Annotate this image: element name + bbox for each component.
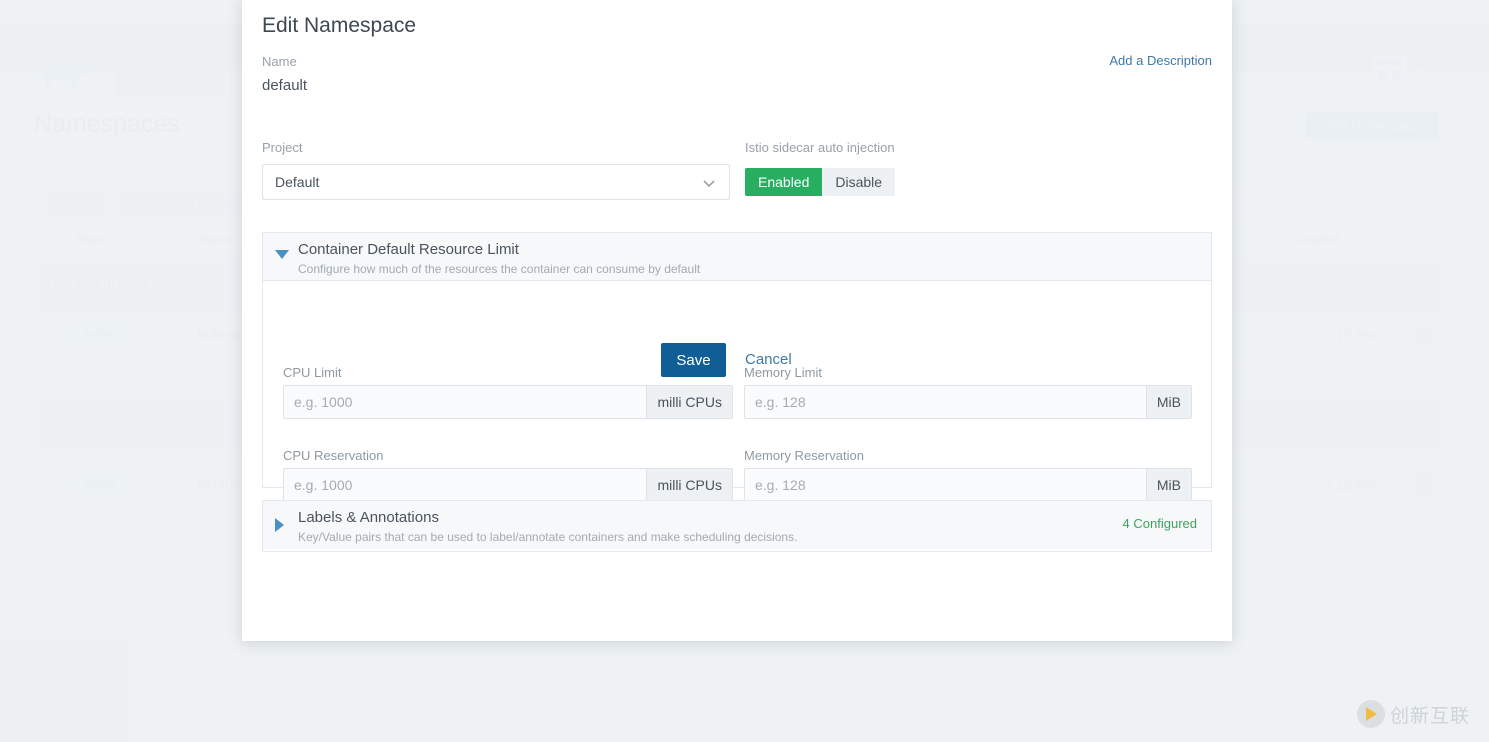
cpu-reservation-label: CPU Reservation xyxy=(283,448,383,463)
chevron-down-icon xyxy=(701,175,717,191)
labels-annotations-accordion-header[interactable]: Labels & Annotations Key/Value pairs tha… xyxy=(263,501,1211,549)
resource-limit-accordion: Container Default Resource Limit Configu… xyxy=(262,232,1212,488)
cpu-limit-label: CPU Limit xyxy=(283,365,342,380)
memory-reservation-label: Memory Reservation xyxy=(744,448,864,463)
resource-limit-body: CPU Limit e.g. 1000 milli CPUs Memory Li… xyxy=(263,281,1211,535)
triangle-down-icon[interactable] xyxy=(275,250,289,259)
memory-limit-field[interactable]: e.g. 128 MiB xyxy=(744,385,1192,419)
memory-reservation-unit: MiB xyxy=(1146,469,1191,501)
name-value: default xyxy=(262,77,307,94)
modal-title: Edit Namespace xyxy=(262,14,416,38)
memory-limit-input[interactable]: e.g. 128 xyxy=(745,386,1146,418)
labels-annotations-accordion: Labels & Annotations Key/Value pairs tha… xyxy=(262,500,1212,552)
labels-annotations-status: 4 Configured xyxy=(1123,516,1197,531)
cpu-reservation-unit: milli CPUs xyxy=(646,469,732,501)
watermark-text: 创新互联 xyxy=(1390,701,1470,728)
memory-limit-unit: MiB xyxy=(1146,386,1191,418)
istio-disable-button[interactable]: Disable xyxy=(822,168,895,196)
watermark: 创新互联 xyxy=(1357,696,1483,732)
resource-limit-title: Container Default Resource Limit xyxy=(298,241,519,258)
cancel-button[interactable]: Cancel xyxy=(745,351,792,368)
cpu-reservation-field[interactable]: e.g. 1000 milli CPUs xyxy=(283,468,733,502)
project-label: Project xyxy=(262,140,302,155)
memory-reservation-input[interactable]: e.g. 128 xyxy=(745,469,1146,501)
project-select[interactable]: Default xyxy=(262,164,730,200)
memory-reservation-field[interactable]: e.g. 128 MiB xyxy=(744,468,1192,502)
cpu-limit-input[interactable]: e.g. 1000 xyxy=(284,386,646,418)
edit-namespace-modal: Edit Namespace Name default Add a Descri… xyxy=(242,0,1232,641)
istio-label: Istio sidecar auto injection xyxy=(745,140,895,155)
brand-logo-icon xyxy=(1357,700,1385,728)
istio-toggle-group: Enabled Disable xyxy=(745,168,895,196)
project-selected-value: Default xyxy=(275,174,319,190)
labels-annotations-subtitle: Key/Value pairs that can be used to labe… xyxy=(298,530,797,544)
add-description-link[interactable]: Add a Description xyxy=(1109,53,1212,68)
triangle-right-icon[interactable] xyxy=(275,518,284,532)
resource-limit-accordion-header[interactable]: Container Default Resource Limit Configu… xyxy=(263,233,1211,281)
save-button[interactable]: Save xyxy=(661,343,726,377)
resource-limit-subtitle: Configure how much of the resources the … xyxy=(298,262,700,276)
cpu-reservation-input[interactable]: e.g. 1000 xyxy=(284,469,646,501)
cpu-limit-unit: milli CPUs xyxy=(646,386,732,418)
labels-annotations-title: Labels & Annotations xyxy=(298,509,439,526)
cpu-limit-field[interactable]: e.g. 1000 milli CPUs xyxy=(283,385,733,419)
name-label: Name xyxy=(262,54,297,69)
istio-enabled-button[interactable]: Enabled xyxy=(745,168,822,196)
